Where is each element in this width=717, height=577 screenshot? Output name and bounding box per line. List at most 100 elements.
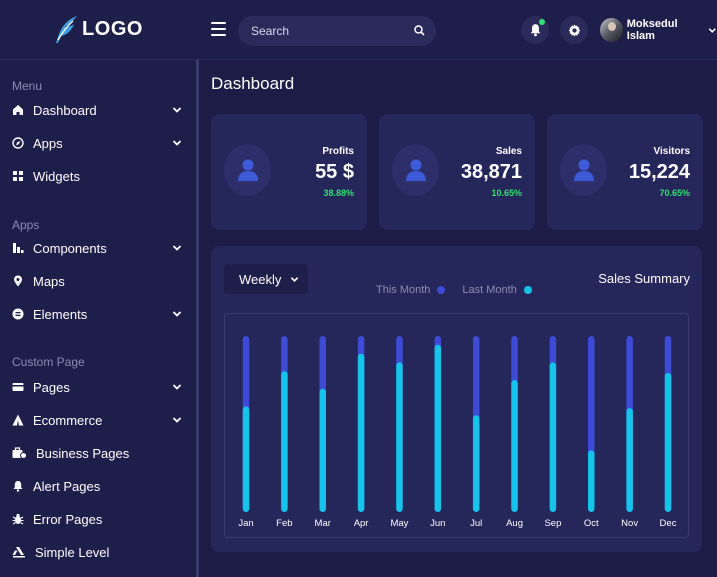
legend-label: This Month (376, 284, 431, 296)
x-tick-label: Jun (430, 518, 445, 529)
bar-last-month (281, 371, 288, 512)
chevron-down-icon (172, 140, 182, 146)
bar-last-month (319, 388, 326, 512)
sidebar-item-label: Alert Pages (33, 478, 101, 494)
period-select-value: Weekly (239, 271, 282, 287)
brand-logo[interactable]: LOGO (0, 0, 196, 60)
chevron-down-icon (172, 417, 182, 423)
notifications-button[interactable] (521, 16, 549, 44)
period-select[interactable]: Weekly (224, 264, 308, 294)
bar-last-month (626, 408, 633, 512)
sidebar-item-label: Ecommerce (33, 412, 103, 428)
chevron-down-icon (172, 384, 182, 390)
chevron-down-icon (709, 27, 717, 33)
stat-card-visitors: Visitors 15,224 70.65% (547, 114, 703, 230)
sidebar-item-alert-pages[interactable]: Alert Pages (0, 472, 196, 500)
bar-last-month (664, 372, 672, 512)
bar-last-month (472, 415, 480, 512)
x-tick-label: Dec (660, 518, 677, 529)
section-title-menu: Menu (12, 79, 43, 93)
sidebar: LOGO Menu Dashboard Apps Widgets Apps Co… (0, 0, 196, 577)
stack-icon (12, 308, 24, 320)
x-tick-label: Feb (276, 518, 292, 529)
card-icon (12, 381, 24, 393)
bar-chart: Jan Feb Mar Apr May Jun Jul Aug Sep Oct Nov Dec (224, 313, 689, 538)
bar-group (396, 336, 403, 512)
legend-label: Last Month (462, 284, 517, 296)
bar-group (588, 336, 595, 512)
sales-summary-panel: Weekly This Month Last Month Sales Summa… (211, 246, 702, 552)
sidebar-item-label: Dashboard (33, 102, 97, 118)
bar-group (549, 336, 557, 512)
x-tick-label: Sep (544, 518, 561, 529)
x-tick-label: Oct (584, 518, 599, 529)
bar-group (626, 336, 633, 512)
x-tick-label: Mar (315, 518, 331, 529)
chevron-down-icon (172, 311, 182, 317)
map-pin-icon (12, 275, 24, 287)
sidebar-item-label: Elements (33, 306, 88, 322)
avatar (600, 18, 623, 42)
feather-icon (56, 15, 78, 43)
layers-icon (12, 546, 26, 558)
bar-group (664, 336, 672, 512)
search-icon[interactable] (414, 25, 425, 36)
home-icon (12, 104, 24, 116)
sidebar-item-ecommerce[interactable]: Ecommerce (0, 406, 196, 434)
x-tick-label: May (390, 518, 408, 529)
search-bar (238, 16, 436, 46)
stat-change: 38.88% (323, 188, 354, 198)
stat-value: 38,871 (460, 161, 522, 183)
bell-icon (12, 480, 24, 492)
pyramid-icon (12, 414, 24, 426)
bar-group (357, 336, 365, 512)
sidebar-item-components[interactable]: Components (0, 234, 196, 262)
page-title: Dashboard (211, 74, 295, 93)
legend-swatch (523, 286, 532, 294)
logo-text: LOGO (82, 18, 143, 40)
briefcase-icon (12, 447, 27, 459)
search-input[interactable] (251, 24, 401, 38)
user-icon (392, 144, 439, 196)
bar-group (281, 336, 288, 512)
bar-last-month (242, 406, 250, 512)
x-tick-label: Jan (238, 518, 253, 529)
stat-change: 10.65% (491, 188, 522, 198)
sidebar-item-widgets[interactable]: Widgets (0, 162, 196, 190)
bell-icon (530, 24, 540, 37)
sidebar-item-pages[interactable]: Pages (0, 373, 196, 401)
settings-button[interactable] (560, 16, 588, 44)
legend-swatch (437, 286, 446, 294)
x-tick-label: Jul (470, 518, 482, 529)
chevron-down-icon (290, 277, 299, 282)
sidebar-item-business-pages[interactable]: Business Pages (0, 439, 196, 467)
x-tick-label: Apr (354, 518, 369, 529)
sidebar-item-apps[interactable]: Apps (0, 129, 196, 157)
sidebar-item-simple-level[interactable]: Simple Level (0, 538, 196, 566)
user-name: Moksedul Islam (626, 18, 678, 42)
bar-last-month (588, 450, 595, 512)
top-bar: Moksedul Islam (196, 0, 717, 60)
bar-last-month (396, 362, 403, 512)
stat-value: 55 $ (315, 161, 354, 183)
sidebar-item-label: Business Pages (36, 445, 130, 461)
chevron-down-icon (172, 107, 182, 113)
stat-label: Sales (495, 146, 522, 157)
chevron-down-icon (172, 245, 182, 251)
compass-icon (12, 137, 24, 149)
legend-item: Last Month (462, 284, 532, 296)
sidebar-item-maps[interactable]: Maps (0, 267, 196, 295)
sidebar-item-elements[interactable]: Elements (0, 300, 196, 328)
sidebar-item-label: Error Pages (33, 511, 103, 527)
menu-toggle-icon[interactable] (211, 22, 226, 36)
stat-label: Profits (322, 146, 354, 157)
user-menu[interactable]: Moksedul Islam (600, 16, 717, 44)
sidebar-item-dashboard[interactable]: Dashboard (0, 96, 196, 124)
sidebar-item-label: Simple Level (35, 544, 110, 560)
bar-group (511, 336, 518, 512)
sidebar-item-label: Pages (33, 379, 70, 395)
gear-icon (568, 24, 580, 36)
bar-chart-svg: Jan Feb Mar Apr May Jun Jul Aug Sep Oct Nov Dec (238, 336, 677, 529)
bug-icon (12, 513, 24, 525)
sidebar-item-error-pages[interactable]: Error Pages (0, 505, 196, 533)
